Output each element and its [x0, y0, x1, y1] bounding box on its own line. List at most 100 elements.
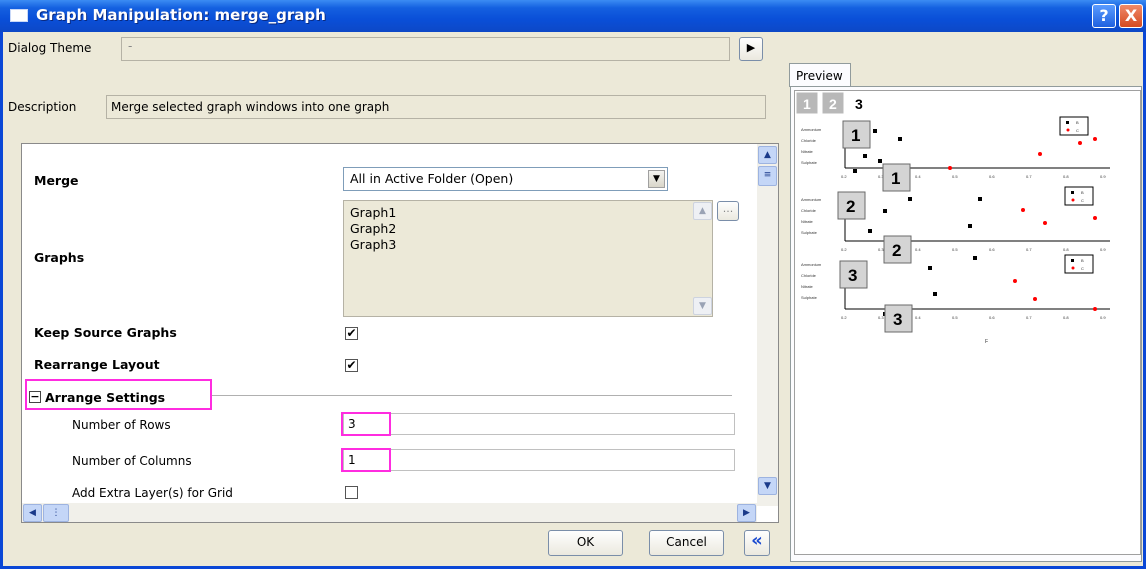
data-point: [853, 169, 857, 173]
preview-page-tab[interactable]: 2: [821, 91, 845, 115]
x-tick-label: 0.2: [841, 174, 847, 179]
x-tick-label: 0.7: [1026, 174, 1032, 179]
hscroll-thumb[interactable]: ⋮: [43, 504, 69, 522]
browse-graphs-button[interactable]: ...: [717, 201, 739, 221]
columns-input[interactable]: 1: [343, 449, 735, 471]
cancel-button[interactable]: Cancel: [649, 530, 724, 556]
x-tick-label: 0.2: [841, 315, 847, 320]
data-point: [968, 224, 972, 228]
rows-label: Number of Rows: [72, 418, 171, 432]
data-point: [948, 166, 952, 170]
preview-page-tab[interactable]: 3: [847, 91, 871, 115]
y-tick-label: Nitrate: [801, 219, 814, 224]
data-point: [1038, 152, 1042, 156]
help-button[interactable]: ?: [1092, 4, 1116, 28]
data-point: [898, 137, 902, 141]
merge-combo[interactable]: All in Active Folder (Open) ▼: [343, 167, 668, 191]
x-tick-label: 0.7: [1026, 247, 1032, 252]
x-tick-label: 0.9: [1100, 174, 1106, 179]
scroll-down-icon[interactable]: ▼: [758, 477, 777, 495]
rearrange-layout-checkbox[interactable]: ✔: [345, 359, 358, 372]
group-divider: [212, 395, 732, 396]
x-tick-label: 0.6: [989, 174, 995, 179]
collapse-preview-button[interactable]: «: [744, 530, 770, 556]
keep-source-label: Keep Source Graphs: [34, 325, 177, 340]
scroll-right-icon[interactable]: ▶: [737, 504, 756, 522]
preview-panel: 1 2 3 Ammonium Chloride Nitrate Sulphate 0.2 0.3…: [790, 86, 1142, 562]
x-tick-label: 0.3: [878, 247, 884, 252]
data-point: [928, 266, 932, 270]
layer-label: 1: [851, 126, 860, 145]
list-item[interactable]: Graph3: [350, 237, 706, 253]
scroll-down-icon[interactable]: ▼: [693, 297, 712, 315]
theme-menu-button[interactable]: ▶: [739, 37, 763, 61]
tab-preview[interactable]: Preview: [789, 63, 851, 87]
preview-graph: 1 2 3AmmoniumChlorideNitrateSulphate0.2 0.3…: [795, 91, 1110, 345]
y-tick-label: Sulphate: [801, 160, 818, 165]
x-tick-label: 0.4: [915, 174, 921, 179]
rows-input[interactable]: 3: [343, 413, 735, 435]
scroll-up-icon[interactable]: ▲: [758, 146, 777, 164]
x-tick-label: 0.9: [1100, 247, 1106, 252]
legend-marker: [1071, 198, 1075, 202]
property-grid-vscroll[interactable]: ▲ ≡ ▼: [757, 144, 778, 506]
layer-label: 1: [891, 169, 900, 188]
data-point: [973, 256, 977, 260]
layer-label: 3: [848, 266, 857, 285]
scroll-up-icon[interactable]: ▲: [693, 202, 712, 220]
x-tick-label: 0.8: [1063, 174, 1069, 179]
x-tick-label: 0.9: [1100, 315, 1106, 320]
layer-label: 3: [893, 310, 902, 329]
legend-text: C: [1081, 198, 1084, 203]
data-point: [1093, 137, 1097, 141]
y-tick-label: Ammonium: [801, 127, 822, 132]
title-bar[interactable]: Graph Manipulation: merge_graph ? X: [0, 0, 1146, 32]
x-tick-label: 0.8: [1063, 315, 1069, 320]
y-tick-label: Chloride: [801, 138, 817, 143]
data-point: [878, 159, 882, 163]
ok-button[interactable]: OK: [548, 530, 623, 556]
y-tick-label: Chloride: [801, 208, 817, 213]
columns-label: Number of Columns: [72, 454, 192, 468]
x-axis-title: F: [985, 339, 988, 345]
keep-source-checkbox[interactable]: ✔: [345, 327, 358, 340]
layer-label: 2: [846, 197, 855, 216]
dialog-theme-combo[interactable]: -: [121, 37, 730, 61]
highlight-columns: [341, 448, 391, 472]
legend-marker: [1066, 121, 1069, 124]
data-point: [868, 229, 872, 233]
y-tick-label: Sulphate: [801, 230, 818, 235]
close-button[interactable]: X: [1119, 4, 1143, 28]
extra-layers-checkbox[interactable]: [345, 486, 358, 499]
data-point: [1021, 208, 1025, 212]
merge-combo-value: All in Active Folder (Open): [350, 171, 514, 186]
data-point: [908, 197, 912, 201]
highlight-rows: [341, 412, 391, 436]
x-tick-label: 0.5: [952, 247, 958, 252]
legend-marker: [1071, 259, 1074, 262]
x-tick-label: 0.7: [1026, 315, 1032, 320]
list-item[interactable]: Graph1: [350, 205, 706, 221]
preview-page-tab[interactable]: 1: [795, 91, 819, 115]
layer-label: 2: [892, 241, 901, 260]
scroll-thumb[interactable]: ≡: [758, 166, 777, 186]
scroll-left-icon[interactable]: ◀: [23, 504, 42, 522]
data-point: [933, 292, 937, 296]
graphs-list[interactable]: Graph1 Graph2 Graph3 ▲ ▼: [343, 200, 713, 317]
legend-text: B: [1081, 190, 1084, 195]
property-grid-hscroll[interactable]: ◀ ⋮ ▶: [22, 503, 757, 522]
dropdown-arrow-icon[interactable]: ▼: [648, 170, 665, 188]
preview-page-tab-label: 2: [829, 96, 837, 112]
y-tick-label: Ammonium: [801, 197, 822, 202]
data-point: [873, 129, 877, 133]
y-tick-label: Ammonium: [801, 262, 822, 267]
x-tick-label: 0.4: [915, 247, 921, 252]
graphs-list-scrollbar[interactable]: ▲ ▼: [693, 202, 712, 315]
merge-label: Merge: [34, 173, 79, 188]
data-point: [978, 197, 982, 201]
x-tick-label: 0.2: [841, 247, 847, 252]
legend-text: B: [1076, 120, 1079, 125]
list-item[interactable]: Graph2: [350, 221, 706, 237]
highlight-arrange-settings: [25, 379, 212, 410]
preview-page-tab-label: 1: [803, 96, 811, 112]
